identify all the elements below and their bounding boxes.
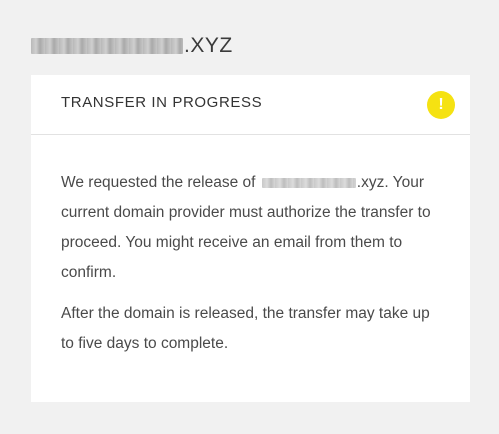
transfer-timeline: After the domain is released, the transf… — [61, 305, 430, 352]
card-body: We requested the release of .xyz. Your c… — [31, 135, 470, 359]
transfer-status-card: TRANSFER IN PROGRESS ! We requested the … — [31, 75, 470, 402]
warning-icon: ! — [427, 91, 455, 119]
paragraph1-domain-suffix: .xyz. — [356, 174, 389, 191]
card-title: TRANSFER IN PROGRESS — [61, 94, 263, 111]
transfer-description: We requested the release of .xyz. Your c… — [61, 168, 444, 288]
redacted-domain-inline — [261, 177, 356, 188]
card-header: TRANSFER IN PROGRESS ! — [31, 75, 470, 135]
domain-heading: .XYZ — [31, 34, 233, 58]
domain-suffix: .XYZ — [184, 34, 233, 57]
redacted-domain-name — [31, 38, 183, 54]
paragraph1-lead: We requested the release of — [61, 174, 256, 191]
